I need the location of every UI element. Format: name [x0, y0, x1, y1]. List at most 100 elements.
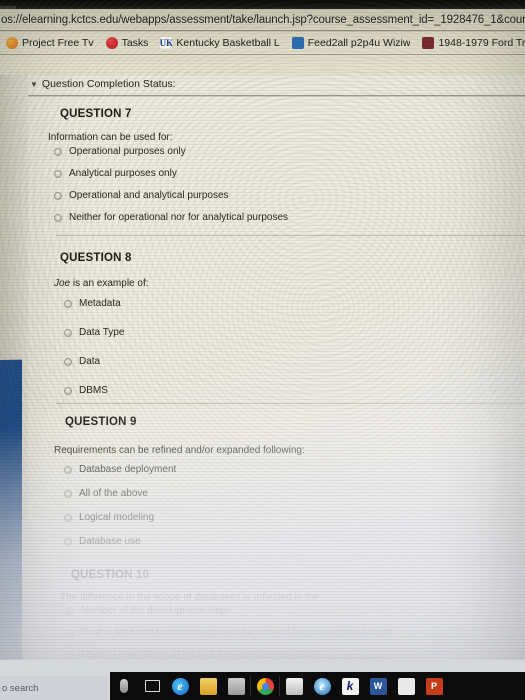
taskbar-search-placeholder: o search [2, 682, 39, 694]
radio-button-icon[interactable] [54, 147, 62, 156]
powerpoint-icon: P [425, 677, 443, 695]
question-stem-text: is an example of: [70, 278, 149, 289]
kindle-app-icon: k [341, 677, 359, 695]
bookmark-tasks[interactable]: Tasks [100, 37, 155, 49]
option-row[interactable]: Neither for operational nor for analytic… [54, 212, 525, 223]
taskbar-powerpoint-button[interactable]: P [420, 672, 448, 700]
desktop-wallpaper-edge [0, 359, 22, 660]
option-row[interactable]: Data [64, 356, 525, 367]
option-label: Analytical purposes only [69, 168, 177, 179]
taskbar-edge-button[interactable]: e [166, 672, 194, 700]
option-label: Database use [79, 536, 141, 547]
radio-button-icon[interactable] [64, 489, 72, 498]
radio-button-icon[interactable] [64, 357, 72, 366]
question-stem-text: Requirements can be refined and/or expan… [54, 445, 305, 456]
chevron-down-icon[interactable]: ▼ [30, 80, 38, 89]
internet-explorer-icon: e [313, 677, 331, 695]
taskbar-ie-button[interactable]: e [308, 672, 336, 700]
save-instructions-note: Click Save and Submit to save and submit… [62, 653, 392, 660]
windows-taskbar[interactable]: e e k W P [110, 672, 525, 700]
address-bar[interactable]: os://elearning.kctcs.edu/webapps/assessm… [0, 10, 525, 30]
question-stem-emphasis: Joe [54, 278, 71, 289]
option-row[interactable]: Database deployment [64, 464, 525, 475]
globe-icon [6, 37, 18, 49]
question-header: QUESTION 8 [60, 252, 132, 264]
taskbar-file-explorer-button[interactable] [194, 672, 222, 700]
option-row[interactable]: Data Type [64, 327, 525, 338]
question-stem: Joe is an example of: [54, 278, 525, 289]
taskbar-store-button[interactable] [222, 672, 250, 700]
ford-truck-icon [422, 37, 435, 49]
chrome-icon [256, 677, 274, 695]
question-block-10: QUESTION 10 The difference in the scope … [28, 569, 525, 660]
bookmark-feed2all[interactable]: Feed2all p2p4u Wiziw [286, 37, 417, 49]
monitor-icon [291, 37, 304, 49]
radio-button-icon[interactable] [54, 213, 62, 222]
option-row[interactable]: DBMS [64, 385, 525, 396]
bookmark-label: 1948-1979 Ford Truc [438, 37, 525, 49]
taskbar-chrome-button[interactable] [251, 672, 279, 700]
file-explorer-icon [199, 677, 217, 695]
question-header: QUESTION 10 [71, 569, 150, 581]
radio-button-icon[interactable] [54, 169, 62, 178]
radio-button-icon[interactable] [54, 191, 62, 200]
question-block-7: QUESTION 7 Information can be used for: … [28, 108, 525, 223]
option-row[interactable]: Analytical purposes only [54, 168, 525, 179]
option-label: Data [79, 356, 101, 367]
taskbar-kindle-button[interactable]: k [336, 672, 364, 700]
task-view-button[interactable] [138, 672, 166, 700]
question-stem: The difference in the scope of databases… [60, 592, 525, 603]
mail-icon [285, 677, 303, 695]
option-row[interactable]: All of the above [64, 488, 525, 499]
taskbar-word-button[interactable]: W [364, 672, 392, 700]
radio-button-icon[interactable] [66, 606, 74, 615]
option-row[interactable]: Database use [64, 536, 525, 547]
question-stem: Information can be used for: [48, 132, 525, 143]
bookmarks-bar-divider [0, 54, 525, 55]
cortana-icon [120, 679, 128, 693]
assessment-page: ▼ Question Completion Status: QUESTION 7… [0, 75, 525, 660]
cortana-button[interactable] [110, 672, 138, 700]
option-row[interactable]: Number of the development steps [66, 605, 525, 616]
option-row[interactable]: Logical modeling [64, 512, 525, 523]
status-divider-highlight [28, 96, 525, 97]
option-row[interactable]: Operational and analytical purposes [54, 190, 525, 201]
radio-button-icon[interactable] [64, 513, 72, 522]
question-header: QUESTION 7 [60, 108, 132, 120]
radio-button-icon[interactable] [66, 628, 74, 637]
option-row[interactable]: Cost in time and resources required for … [66, 627, 525, 638]
option-label: Number of the development steps [81, 605, 232, 616]
option-label: Neither for operational nor for analytic… [69, 212, 289, 223]
option-row[interactable]: Operational purposes only [54, 146, 525, 157]
bookmark-kentucky-basketball[interactable]: UK Kentucky Basketball L [154, 37, 285, 49]
options-list[interactable]: Database deployment All of the above Log… [64, 464, 525, 547]
question-block-8: QUESTION 8 Joe is an example of: Metadat… [28, 252, 525, 396]
assessment-content: ▼ Question Completion Status: QUESTION 7… [28, 75, 525, 660]
option-label: Metadata [79, 298, 121, 309]
taskbar-search-box[interactable]: o search [0, 676, 108, 700]
bookmark-ford-trucks[interactable]: 1948-1979 Ford Truc [416, 37, 525, 49]
question-completion-status[interactable]: ▼ Question Completion Status: [30, 78, 176, 90]
question-divider [56, 556, 525, 557]
bookmark-project-free-tv[interactable]: Project Free Tv [0, 37, 100, 49]
taskbar-mail-button[interactable] [280, 672, 308, 700]
radio-button-icon[interactable] [64, 465, 72, 474]
option-label: Operational and analytical purposes [69, 190, 229, 201]
question-divider [56, 235, 525, 236]
radio-button-icon[interactable] [64, 386, 72, 395]
option-row[interactable]: Metadata [64, 298, 525, 309]
option-label: All of the above [79, 488, 148, 499]
edge-icon: e [171, 677, 189, 695]
options-list[interactable]: Operational purposes only Analytical pur… [54, 146, 525, 223]
options-list[interactable]: Metadata Data Type Data DBMS [64, 298, 525, 396]
options-list[interactable]: Number of the development steps Cost in … [66, 605, 525, 660]
radio-button-icon[interactable] [64, 299, 72, 308]
radio-button-icon[interactable] [64, 537, 72, 546]
browser-chrome: os://elearning.kctcs.edu/webapps/assessm… [0, 9, 525, 75]
taskbar-snipping-tool-button[interactable] [392, 672, 420, 700]
option-label: Operational purposes only [69, 146, 186, 157]
bookmarks-bar[interactable]: Project Free Tv Tasks UK Kentucky Basket… [0, 32, 525, 54]
option-label: Cost in time and resources required for … [81, 627, 393, 638]
radio-button-icon[interactable] [64, 328, 72, 337]
address-bar-url: os://elearning.kctcs.edu/webapps/assessm… [1, 14, 525, 26]
